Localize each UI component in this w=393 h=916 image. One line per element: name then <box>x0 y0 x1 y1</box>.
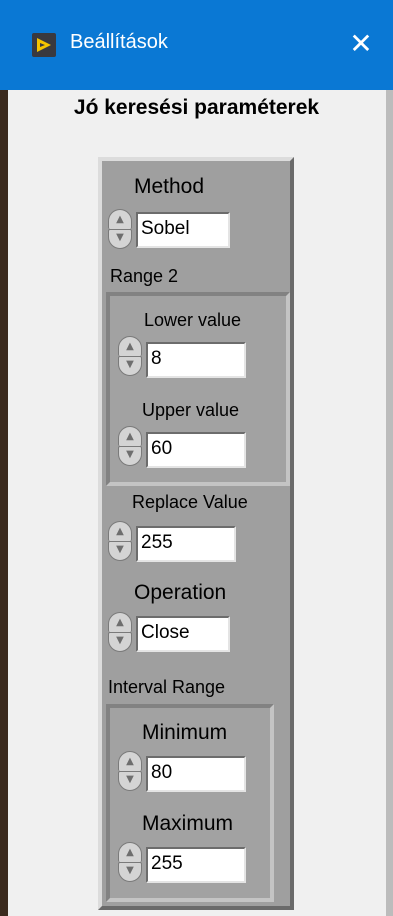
window-border <box>386 90 393 916</box>
minimum-label: Minimum <box>142 721 228 744</box>
increment-arrow-icon[interactable]: ▲ <box>118 426 142 446</box>
replace-value-spinner[interactable]: ▲ ▼ <box>108 521 132 561</box>
background-window-edge <box>0 90 8 916</box>
range2-label: Range 2 <box>110 266 179 286</box>
lower-value-input[interactable]: 8 <box>146 342 246 378</box>
decrement-arrow-icon[interactable]: ▼ <box>118 862 142 882</box>
page-heading: Jó keresési paraméterek <box>73 96 320 119</box>
decrement-arrow-icon[interactable]: ▼ <box>118 356 142 376</box>
interval-range-label: Interval Range <box>108 677 226 697</box>
decrement-arrow-icon[interactable]: ▼ <box>118 446 142 466</box>
increment-arrow-icon[interactable]: ▲ <box>118 842 142 862</box>
upper-value-label: Upper value <box>142 400 240 420</box>
window-title: Beállítások <box>70 31 168 53</box>
operation-spinner[interactable]: ▲ ▼ <box>108 612 132 652</box>
decrement-arrow-icon[interactable]: ▼ <box>108 229 132 249</box>
increment-arrow-icon[interactable]: ▲ <box>108 521 132 541</box>
method-select[interactable]: Sobel <box>136 212 230 248</box>
lower-value-spinner[interactable]: ▲ ▼ <box>118 336 142 376</box>
decrement-arrow-icon[interactable]: ▼ <box>108 541 132 561</box>
increment-arrow-icon[interactable]: ▲ <box>118 336 142 356</box>
maximum-input[interactable]: 255 <box>146 847 246 883</box>
minimum-spinner[interactable]: ▲ ▼ <box>118 751 142 791</box>
lower-value-label: Lower value <box>144 310 242 330</box>
decrement-arrow-icon[interactable]: ▼ <box>118 771 142 791</box>
range2-cluster: Lower value ▲ ▼ 8 Upper value ▲ ▼ 60 <box>106 292 290 486</box>
method-label: Method <box>134 175 205 198</box>
operation-select[interactable]: Close <box>136 616 230 652</box>
maximum-spinner[interactable]: ▲ ▼ <box>118 842 142 882</box>
close-button[interactable]: ✕ <box>329 16 393 72</box>
replace-value-input[interactable]: 255 <box>136 526 236 562</box>
decrement-arrow-icon[interactable]: ▼ <box>108 632 132 652</box>
upper-value-spinner[interactable]: ▲ ▼ <box>118 426 142 466</box>
minimum-input[interactable]: 80 <box>146 756 246 792</box>
maximum-label: Maximum <box>142 812 234 835</box>
increment-arrow-icon[interactable]: ▲ <box>108 209 132 229</box>
title-bar: Beállítások ✕ <box>0 0 393 90</box>
increment-arrow-icon[interactable]: ▲ <box>118 751 142 771</box>
interval-range-cluster: Minimum ▲ ▼ 80 Maximum ▲ ▼ 255 <box>106 704 274 902</box>
increment-arrow-icon[interactable]: ▲ <box>108 612 132 632</box>
labview-play-icon <box>32 33 56 57</box>
operation-label: Operation <box>134 581 227 604</box>
replace-value-label: Replace Value <box>132 492 248 512</box>
settings-cluster: Method ▲ ▼ Sobel Range 2 Lower value ▲ ▼… <box>98 157 294 910</box>
upper-value-input[interactable]: 60 <box>146 432 246 468</box>
method-spinner[interactable]: ▲ ▼ <box>108 209 132 249</box>
